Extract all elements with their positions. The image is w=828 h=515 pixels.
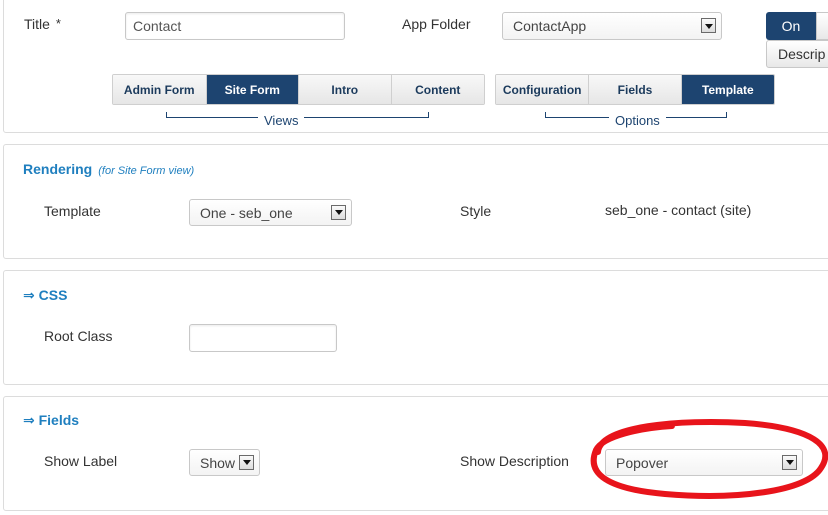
title-label-text: Title (24, 16, 50, 32)
views-label: Views (258, 113, 305, 128)
show-label-select[interactable]: Show (189, 449, 260, 476)
template-select[interactable]: One - seb_one (189, 199, 352, 226)
show-description-select[interactable]: Popover (605, 449, 803, 476)
views-tab-group: Admin Form Site Form Intro Content (112, 74, 485, 105)
fields-title: ⇒ Fields (23, 412, 80, 428)
title-input-value: Contact (133, 18, 182, 34)
show-label-label: Show Label (44, 453, 118, 469)
show-label-value: Show (200, 454, 236, 471)
template-value: One - seb_one (200, 204, 293, 221)
style-value: seb_one - contact (site) (605, 202, 752, 218)
tab-content[interactable]: Content (391, 75, 484, 104)
rendering-title-text: Rendering (23, 161, 93, 177)
required-mark: * (55, 16, 61, 31)
title-label: Title * (24, 16, 61, 32)
app-folder-select[interactable]: ContactApp (502, 12, 722, 40)
app-folder-value: ContactApp (513, 18, 587, 34)
template-label: Template (44, 203, 101, 219)
tab-intro[interactable]: Intro (299, 75, 392, 104)
root-class-label: Root Class (44, 328, 113, 344)
tab-fields[interactable]: Fields (589, 75, 682, 104)
description-button[interactable]: Descrip (766, 40, 828, 68)
off-button-edge[interactable] (816, 12, 828, 40)
css-title: ⇒ CSS (23, 287, 68, 303)
options-label: Options (609, 113, 666, 128)
show-description-value: Popover (616, 454, 669, 471)
root-class-input[interactable] (189, 324, 337, 352)
rendering-subtitle: (for Site Form view) (98, 165, 195, 177)
chevron-down-icon (701, 18, 716, 33)
tab-template[interactable]: Template (681, 75, 774, 104)
tab-site-form[interactable]: Site Form (206, 75, 299, 104)
tab-admin-form[interactable]: Admin Form (113, 75, 207, 104)
on-button[interactable]: On (766, 12, 816, 40)
chevron-down-icon (782, 454, 797, 470)
rendering-title: Rendering (for Site Form view) (23, 161, 194, 177)
style-label: Style (460, 203, 492, 219)
css-panel (3, 270, 828, 385)
chevron-down-icon (331, 204, 346, 220)
show-description-label: Show Description (460, 453, 569, 469)
app-folder-label: App Folder (402, 16, 471, 32)
title-input[interactable]: Contact (125, 12, 345, 40)
chevron-down-icon (239, 454, 254, 470)
options-tab-group: Configuration Fields Template (495, 74, 775, 105)
tab-configuration[interactable]: Configuration (496, 75, 590, 104)
